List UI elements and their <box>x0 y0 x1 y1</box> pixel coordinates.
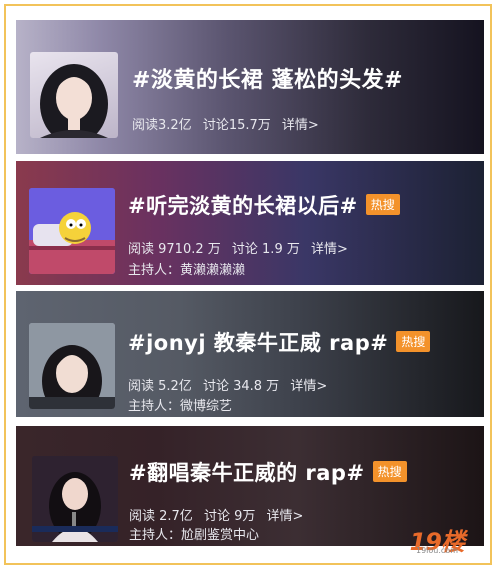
details-link[interactable]: 详情> <box>290 379 327 394</box>
host-label[interactable]: 主持人：尬剧鉴赏中心 <box>129 524 259 543</box>
details-link[interactable]: 详情> <box>311 242 348 257</box>
topic-title-text[interactable]: #翻唱秦牛正威的 rap# <box>129 461 365 485</box>
topic-title[interactable]: #翻唱秦牛正威的 rap# 热搜 <box>129 457 407 487</box>
topic-thumbnail <box>29 188 115 274</box>
read-count: 阅读 5.2亿 <box>128 379 192 394</box>
read-count: 阅读3.2亿 <box>132 118 192 133</box>
discuss-count: 讨论15.7万 <box>202 118 271 133</box>
topic-stats: 阅读3.2亿 讨论15.7万 详情> <box>132 114 326 133</box>
watermark-logo: 19楼 19lou.com <box>410 522 465 557</box>
details-link[interactable]: 详情> <box>282 118 319 133</box>
watermark-domain: 19lou.com <box>416 546 458 555</box>
topic-stats: 阅读 9710.2 万 讨论 1.9 万 详情> <box>128 238 355 257</box>
read-count: 阅读 9710.2 万 <box>128 242 221 257</box>
discuss-count: 讨论 1.9 万 <box>231 242 300 257</box>
host-label[interactable]: 主持人：黄濑濑濑濑 <box>128 259 245 278</box>
topic-title[interactable]: #jonyj 教秦牛正威 rap# 热搜 <box>128 327 431 357</box>
discuss-count: 讨论 34.8 万 <box>202 379 280 394</box>
hot-search-badge: 热搜 <box>372 461 407 482</box>
topic-thumbnail <box>29 323 115 409</box>
discuss-count: 讨论 9万 <box>203 509 256 524</box>
topic-title[interactable]: #淡黄的长裙 蓬松的头发# <box>132 62 403 94</box>
topic-title-text[interactable]: #jonyj 教秦牛正威 rap# <box>128 331 388 355</box>
topic-thumbnail <box>30 52 118 138</box>
topic-title[interactable]: #听完淡黄的长裙以后# 热搜 <box>128 190 400 220</box>
topic-title-text[interactable]: #听完淡黄的长裙以后# <box>128 194 358 218</box>
read-count: 阅读 2.7亿 <box>129 509 193 524</box>
topic-card-3[interactable]: #jonyj 教秦牛正威 rap# 热搜 阅读 5.2亿 讨论 34.8 万 详情… <box>16 291 484 417</box>
hot-search-badge: 热搜 <box>365 194 400 215</box>
topic-card-1[interactable]: #淡黄的长裙 蓬松的头发# 阅读3.2亿 讨论15.7万 详情> <box>16 20 484 154</box>
topic-thumbnail <box>32 456 118 542</box>
topic-stats: 阅读 2.7亿 讨论 9万 详情> <box>129 505 310 524</box>
topic-stats: 阅读 5.2亿 讨论 34.8 万 详情> <box>128 375 334 394</box>
details-link[interactable]: 详情> <box>267 509 304 524</box>
topic-card-2[interactable]: #听完淡黄的长裙以后# 热搜 阅读 9710.2 万 讨论 1.9 万 详情> 主… <box>16 161 484 285</box>
hot-search-badge: 热搜 <box>396 331 431 352</box>
host-label[interactable]: 主持人：微博综艺 <box>128 395 232 414</box>
